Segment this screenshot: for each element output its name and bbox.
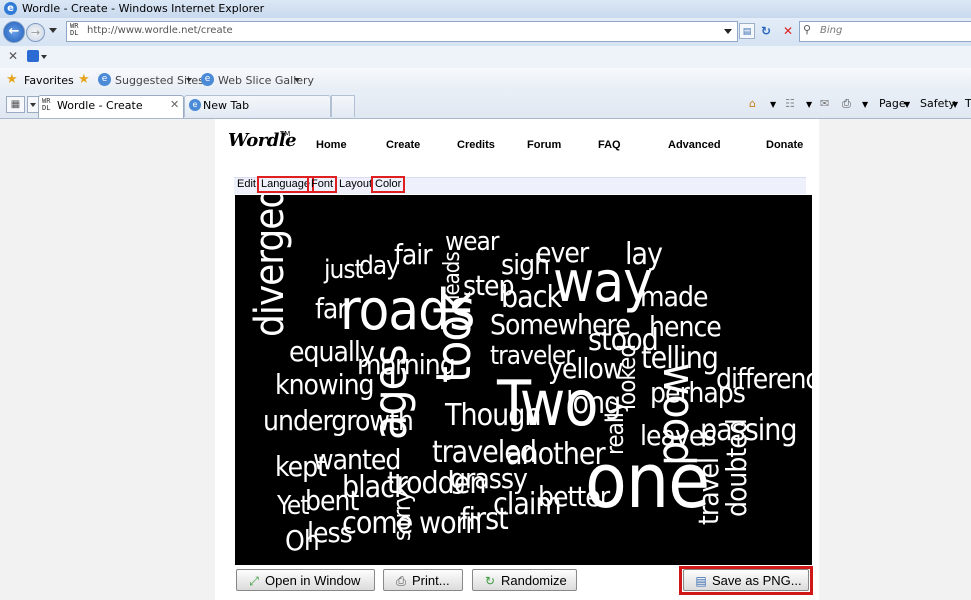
open-in-window-button[interactable]: ⤢ Open in Window <box>236 569 375 591</box>
addon-dropdown-icon[interactable] <box>41 55 47 59</box>
cloud-word: leads <box>440 252 465 300</box>
cloud-word: doubted <box>720 419 753 517</box>
print-label: Print... <box>412 573 450 588</box>
web-slice-gallery-dropdown-icon[interactable] <box>294 78 300 82</box>
tab-favicon-icon: WR DL <box>42 97 51 112</box>
stop-icon[interactable]: ✕ <box>780 23 796 39</box>
word-cloud[interactable]: diverged roads ages Two one way took woo… <box>235 195 812 565</box>
cloud-word: made <box>640 280 708 313</box>
print-icon[interactable]: ⎙ <box>842 97 851 111</box>
menu-color[interactable]: Color <box>370 176 406 193</box>
menu-edit[interactable]: Edit <box>235 178 258 191</box>
address-dropdown-icon[interactable] <box>724 29 732 34</box>
cloud-word: ever <box>536 236 589 269</box>
cloud-word: yellow <box>548 352 623 385</box>
menu-font[interactable]: Font <box>306 176 338 193</box>
web-slice-gallery-icon: e <box>201 73 214 86</box>
tab-close-icon[interactable]: ✕ <box>170 98 179 111</box>
nav-advanced[interactable]: Advanced <box>668 139 721 151</box>
tab-label[interactable]: Wordle - Create <box>57 99 143 112</box>
tab-label[interactable]: New Tab <box>203 99 249 112</box>
refresh-icon[interactable]: ↻ <box>758 23 774 39</box>
nav-donate[interactable]: Donate <box>766 139 803 151</box>
open-in-window-label: Open in Window <box>265 573 361 588</box>
tools-menu[interactable]: T <box>965 97 971 110</box>
new-tab-button[interactable] <box>331 95 355 117</box>
randomize-button[interactable]: ↻ Randomize <box>472 569 577 591</box>
addon-icon[interactable] <box>27 50 39 62</box>
cloud-word: Yet <box>277 491 309 521</box>
print-button[interactable]: ⎙ Print... <box>383 569 463 591</box>
favorites-star-icon[interactable]: ★ <box>6 72 18 87</box>
logo-trademark: TM <box>280 130 291 138</box>
cloud-word: undergrowth <box>263 404 414 437</box>
site-favicon-icon: WR DL <box>70 22 79 37</box>
search-icon[interactable]: ⚲ <box>803 23 811 36</box>
page-dropdown-icon[interactable]: ▼ <box>904 100 910 109</box>
address-url[interactable]: http://www.wordle.net/create <box>87 25 233 36</box>
cloud-word: telling <box>641 341 719 376</box>
cloud-word: far <box>315 292 348 325</box>
cloud-word: difference <box>716 362 812 395</box>
menu-layout[interactable]: Layout <box>337 178 374 191</box>
favorites-button[interactable]: Favorites <box>24 74 74 87</box>
quick-tabs-icon[interactable]: ▦ <box>6 96 25 113</box>
recent-pages-dropdown-icon[interactable] <box>49 28 57 33</box>
window-title-bar: e Wordle - Create - Windows Internet Exp… <box>0 0 971 18</box>
close-toolbar-icon[interactable]: ✕ <box>8 49 18 63</box>
suggested-sites-dropdown-icon[interactable] <box>186 78 192 82</box>
save-button-highlight <box>679 566 813 595</box>
secondary-toolbar <box>0 46 971 69</box>
cloud-word: first <box>460 502 509 537</box>
expand-icon: ⤢ <box>249 574 259 588</box>
nav-create[interactable]: Create <box>386 139 420 151</box>
suggested-sites-icon: e <box>98 73 111 86</box>
randomize-label: Randomize <box>501 573 567 588</box>
search-placeholder: Bing <box>820 25 843 36</box>
cloud-word: sorry <box>388 491 416 541</box>
nav-home[interactable]: Home <box>316 139 347 151</box>
add-to-favorites-icon[interactable]: ★ <box>78 72 90 87</box>
ie-logo-icon: e <box>4 2 17 15</box>
mail-icon[interactable]: ✉ <box>820 97 829 110</box>
randomize-icon: ↻ <box>484 574 496 588</box>
nav-faq[interactable]: FAQ <box>598 139 621 151</box>
feeds-icon[interactable]: ☷ <box>785 97 795 110</box>
forward-button[interactable]: → <box>26 23 45 42</box>
printer-icon: ⎙ <box>396 574 406 588</box>
cloud-word: Though <box>445 398 541 433</box>
safety-dropdown-icon[interactable]: ▼ <box>952 100 958 109</box>
nav-credits[interactable]: Credits <box>457 139 495 151</box>
cloud-word: knowing <box>275 368 375 401</box>
home-dropdown-icon[interactable]: ▼ <box>770 100 776 109</box>
cloud-word: fair <box>394 238 433 271</box>
menu-language[interactable]: Language <box>257 176 314 193</box>
cloud-word: better <box>538 480 610 513</box>
compatibility-view-icon[interactable]: ▤ <box>739 23 755 39</box>
cloud-word: lay <box>625 237 663 272</box>
cloud-word: just <box>324 255 364 285</box>
feeds-dropdown-icon[interactable]: ▼ <box>806 100 812 109</box>
safety-menu[interactable]: Safety <box>920 97 955 110</box>
cloud-word: diverged <box>247 195 293 337</box>
cloud-word: travel <box>692 457 725 525</box>
back-button[interactable]: ← <box>3 21 25 43</box>
home-icon[interactable]: ⌂ <box>749 97 756 110</box>
print-dropdown-icon[interactable]: ▼ <box>862 100 868 109</box>
page-menu[interactable]: Page <box>879 97 906 110</box>
cloud-word: hence <box>649 310 722 343</box>
new-tab-icon: e <box>189 99 201 111</box>
nav-forum[interactable]: Forum <box>527 139 561 151</box>
cloud-word: really <box>601 401 629 455</box>
window-title: Wordle - Create - Windows Internet Explo… <box>22 2 265 15</box>
